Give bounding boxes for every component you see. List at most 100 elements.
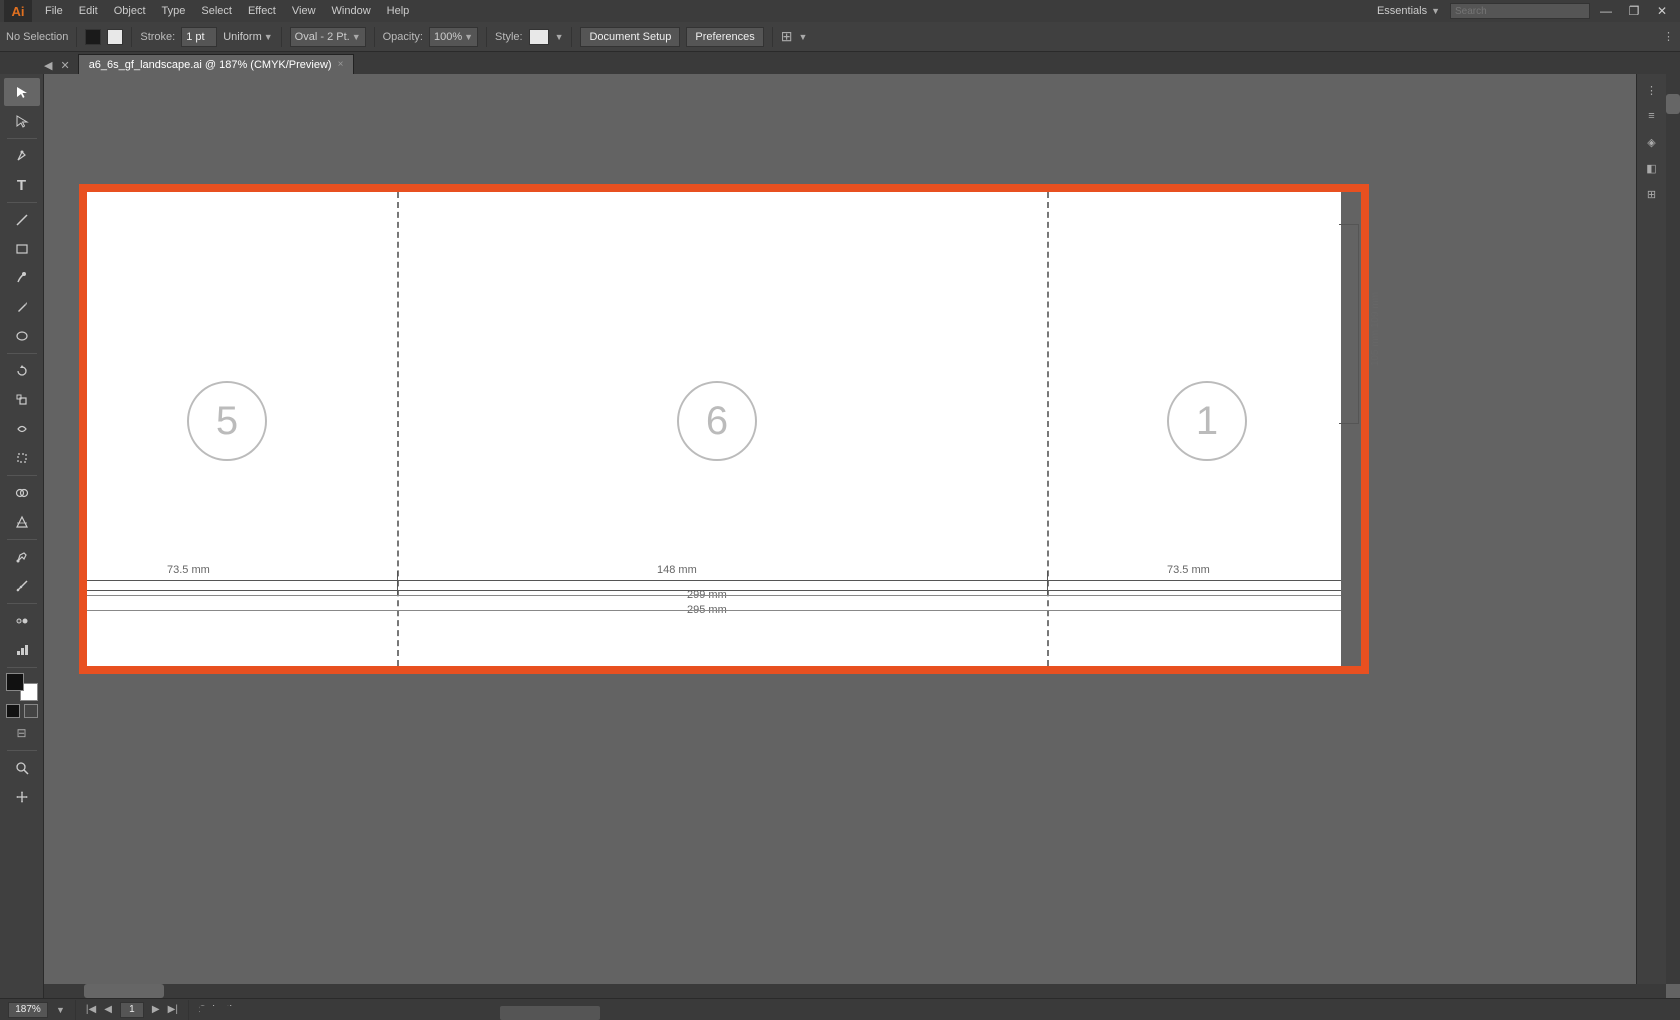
stroke-style-chevron[interactable]: ▼ [264,32,273,42]
circle-5: 5 [187,381,267,461]
brush-chevron[interactable]: ▼ [352,32,361,42]
color-boxes-area [4,671,40,703]
zoom-chevron[interactable]: ▼ [56,1005,65,1015]
h-scrollbar-bottom[interactable] [200,1006,1040,1020]
line-tool[interactable] [4,206,40,234]
view-mode-buttons [6,704,38,718]
document-tab[interactable]: a6_6s_gf_landscape.ai @ 187% (CMYK/Previ… [78,54,355,74]
tab-bar: ◀ ✕ a6_6s_gf_landscape.ai @ 187% (CMYK/P… [0,52,1680,74]
preferences-button[interactable]: Preferences [686,27,763,47]
rotate-tool[interactable] [4,357,40,385]
blob-brush-tool[interactable] [4,322,40,350]
h-scroll-thumb-bottom[interactable] [500,1006,600,1020]
foreground-color[interactable] [6,673,24,691]
maximize-button[interactable]: ❐ [1620,0,1648,22]
arrange-icon[interactable]: ⊞ [781,28,793,45]
scale-tool[interactable] [4,386,40,414]
dim-label-105: 105 mm [1370,330,1381,366]
essentials-label: Essentials [1377,5,1427,17]
minimize-button[interactable]: — [1592,0,1620,22]
tab-filename: a6_6s_gf_landscape.ai @ 187% (CMYK/Previ… [89,59,332,71]
opacity-label: Opacity: [383,31,423,43]
rectangle-tool[interactable] [4,235,40,263]
menu-select[interactable]: Select [194,3,239,19]
tool-separator-2 [7,202,37,203]
divider-3 [281,27,282,47]
tool-separator-8 [7,750,37,751]
stroke-value-input[interactable] [181,27,217,47]
measure-tick-2 [1047,571,1048,596]
panel-btn-5[interactable]: ⊞ [1640,182,1664,206]
panel-btn-2[interactable]: ≡ [1640,104,1664,128]
measure-line-295 [87,610,1341,611]
paintbrush-tool[interactable] [4,264,40,292]
search-input[interactable] [1450,3,1590,19]
dim-right-area: 109 mm 105 mm [1370,292,1381,366]
nav-last-button[interactable]: ▶| [168,1004,178,1015]
menu-window[interactable]: Window [325,3,378,19]
panel-btn-1[interactable]: ⋮ [1640,78,1664,102]
horizontal-scrollbar[interactable] [44,984,1666,998]
stroke-style-value: Uniform [223,31,262,43]
direct-select-tool[interactable] [4,107,40,135]
selection-label: No Selection [6,31,68,43]
measure-tool[interactable] [4,572,40,600]
h-scroll-thumb[interactable] [84,984,164,998]
document-setup-button[interactable]: Document Setup [580,27,680,47]
type-tool[interactable]: T [4,171,40,199]
stroke-swatch[interactable] [107,29,123,45]
opacity-chevron[interactable]: ▼ [464,32,473,42]
measure-tick-1 [397,571,398,596]
close-button[interactable]: ✕ [1648,0,1676,22]
chart-tool[interactable] [4,636,40,664]
dim-label-109: 109 mm [1370,292,1381,328]
select-tool[interactable] [4,78,40,106]
menu-type[interactable]: Type [155,3,193,19]
vertical-scrollbar[interactable] [1666,74,1680,984]
v-scroll-thumb[interactable] [1666,94,1680,114]
zoom-input[interactable] [8,1002,48,1018]
panel-btn-3[interactable]: ◈ [1640,130,1664,154]
shape-builder-tool[interactable] [4,479,40,507]
right-panel: ⋮ ≡ ◈ ◧ ⊞ [1636,74,1666,984]
nav-first-button[interactable]: |◀ [86,1004,96,1015]
menu-edit[interactable]: Edit [72,3,105,19]
preview-mode-icon[interactable] [24,704,38,718]
free-transform-tool[interactable] [4,444,40,472]
menu-effect[interactable]: Effect [241,3,283,19]
menu-object[interactable]: Object [107,3,153,19]
fill-swatch[interactable] [85,29,101,45]
style-swatch[interactable] [529,29,549,45]
eyedropper-tool[interactable] [4,543,40,571]
blend-tool[interactable] [4,607,40,635]
pen-tool[interactable] [4,142,40,170]
pencil-tool[interactable] [4,293,40,321]
main-layout: T [0,74,1680,998]
collapse-icon[interactable]: ⋮ [1663,30,1674,43]
essentials-chevron[interactable]: ▼ [1431,6,1440,16]
menu-view[interactable]: View [285,3,323,19]
menu-help[interactable]: Help [380,3,417,19]
panel-toggle-2[interactable]: ✕ [56,57,73,74]
nav-next-button[interactable]: ▶ [152,1004,160,1015]
tool-separator-7 [7,667,37,668]
zoom-tool[interactable] [4,754,40,782]
tab-close-button[interactable]: × [338,59,344,70]
arrange-chevron[interactable]: ▼ [798,32,807,42]
circle-1: 1 [1167,381,1247,461]
pan-tool[interactable] [4,783,40,811]
canvas-area[interactable]: 5 6 1 [44,74,1680,998]
page-input[interactable] [120,1002,144,1018]
status-divider-1 [75,1000,76,1020]
menu-file[interactable]: File [38,3,70,19]
normal-mode-icon[interactable] [6,704,20,718]
change-screen-mode[interactable]: ⊟ [4,719,40,747]
warp-tool[interactable] [4,415,40,443]
artboard: 5 6 1 [79,184,1369,674]
menu-bar: Ai File Edit Object Type Select Effect V… [0,0,1680,22]
panel-toggle-1[interactable]: ◀ [40,57,56,74]
panel-btn-4[interactable]: ◧ [1640,156,1664,180]
style-chevron[interactable]: ▼ [555,32,564,42]
perspective-grid-tool[interactable] [4,508,40,536]
nav-prev-button[interactable]: ◀ [104,1004,112,1015]
